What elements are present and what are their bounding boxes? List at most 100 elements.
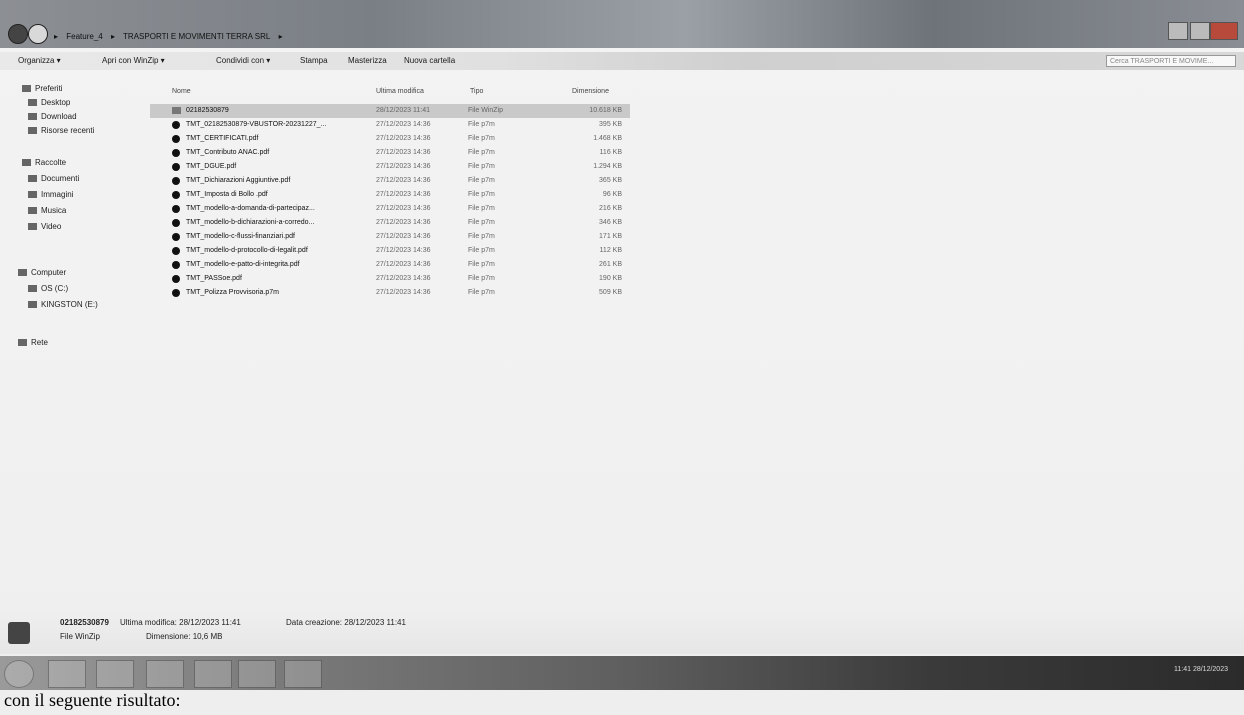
file-type: File p7m — [468, 121, 495, 128]
details-type: File WinZip — [60, 632, 101, 641]
explorer-icon[interactable] — [96, 660, 134, 688]
breadcrumb-item[interactable]: Feature_4 — [66, 32, 102, 41]
print-button[interactable]: Stampa — [300, 52, 328, 70]
file-date: 27/12/2023 14:36 — [376, 135, 431, 142]
start-button[interactable] — [4, 660, 34, 688]
usb-drive-icon — [28, 301, 37, 309]
signed-file-icon — [172, 261, 180, 269]
nav-label: Immagini — [41, 190, 74, 199]
file-type: File WinZip — [468, 107, 504, 114]
file-name: TMT_DGUE.pdf — [186, 163, 237, 170]
file-date: 27/12/2023 14:36 — [376, 261, 431, 268]
file-name: TMT_modello-d-protocollo-di-legalit.pdf — [186, 247, 308, 254]
new-folder-button[interactable]: Nuova cartella — [404, 52, 455, 70]
file-date: 27/12/2023 14:36 — [376, 289, 431, 296]
minimize-button[interactable] — [1168, 22, 1188, 40]
recent-icon — [28, 127, 37, 135]
file-row[interactable]: TMT_DGUE.pdf 27/12/2023 14:36 File p7m 1.29… — [150, 160, 630, 174]
file-row[interactable]: TMT_Dichiarazioni Aggiuntive.pdf 27/12/20… — [150, 174, 630, 188]
file-row[interactable]: TMT_modello-c-flussi-finanziari.pdf 27/12… — [150, 230, 630, 244]
nav-music[interactable]: Musica — [28, 206, 66, 215]
file-row[interactable]: TMT_Contributo ANAC.pdf 27/12/2023 14:36 F… — [150, 146, 630, 160]
file-type: File p7m — [468, 191, 495, 198]
file-type: File p7m — [468, 149, 495, 156]
close-button[interactable] — [1210, 22, 1238, 40]
maximize-button[interactable] — [1190, 22, 1210, 40]
file-row[interactable]: TMT_Imposta di Bollo .pdf 27/12/2023 14:3… — [150, 188, 630, 202]
file-type: File p7m — [468, 135, 495, 142]
file-row[interactable]: TMT_02182530879-VBUSTOR-20231227_... 27/1… — [150, 118, 630, 132]
navigation-pane: Preferiti Desktop Download Risorse recen… — [0, 80, 150, 380]
file-row[interactable]: TMT_modello-b-dichiarazioni-a-corredo...… — [150, 216, 630, 230]
burn-button[interactable]: Masterizza — [348, 52, 387, 70]
back-button[interactable] — [8, 24, 28, 44]
chevron-right-icon: ▸ — [110, 32, 115, 41]
file-type: File p7m — [468, 163, 495, 170]
file-name: TMT_modello-a-domanda-di-partecipaz... — [186, 205, 315, 212]
file-row[interactable]: TMT_Polizza Provvisoria.p7m 27/12/2023 14… — [150, 286, 630, 300]
nav-os-c[interactable]: OS (C:) — [28, 284, 68, 293]
file-size: 116 KB — [599, 149, 622, 156]
file-size: 261 KB — [599, 261, 622, 268]
file-date: 27/12/2023 14:36 — [376, 191, 431, 198]
word-icon[interactable] — [194, 660, 232, 688]
file-row[interactable]: TMT_modello-e-patto-di-integrita.pdf 27/1… — [150, 258, 630, 272]
file-size: 216 KB — [599, 205, 622, 212]
file-date: 28/12/2023 11:41 — [376, 107, 430, 114]
nav-label: Computer — [31, 268, 67, 277]
file-size: 1.294 KB — [593, 163, 622, 170]
address-bar[interactable]: ▸ Feature_4 ▸ TRASPORTI E MOVIMENTI TERR… — [54, 31, 574, 43]
nav-kingston[interactable]: KINGSTON (E:) — [28, 300, 98, 309]
nav-documents[interactable]: Documenti — [28, 174, 79, 183]
app-icon[interactable] — [284, 660, 322, 688]
file-date: 27/12/2023 14:36 — [376, 275, 431, 282]
nav-video[interactable]: Video — [28, 222, 61, 231]
column-header-type[interactable]: Tipo — [470, 88, 483, 95]
signed-file-icon — [172, 163, 180, 171]
app-icon[interactable] — [238, 660, 276, 688]
column-header-size[interactable]: Dimensione — [572, 88, 609, 95]
signed-file-icon — [172, 233, 180, 241]
nav-recent[interactable]: Risorse recenti — [28, 126, 94, 135]
file-size: 96 KB — [602, 191, 622, 198]
forward-button[interactable] — [28, 24, 48, 44]
file-size: 346 KB — [599, 219, 622, 226]
internet-explorer-icon[interactable] — [48, 660, 86, 688]
column-header-name[interactable]: Nome — [172, 88, 191, 95]
file-size: 395 KB — [599, 121, 622, 128]
breadcrumb-item[interactable]: TRASPORTI E MOVIMENTI TERRA SRL — [123, 32, 270, 41]
nav-images[interactable]: Immagini — [28, 190, 73, 199]
file-date: 27/12/2023 14:36 — [376, 163, 431, 170]
file-type: File p7m — [468, 275, 495, 282]
file-date: 27/12/2023 14:36 — [376, 247, 431, 254]
file-name: TMT_Imposta di Bollo .pdf — [186, 191, 268, 198]
system-tray[interactable]: 11:41 28/12/2023 — [1174, 666, 1228, 673]
file-type: File p7m — [468, 177, 495, 184]
file-row[interactable]: TMT_PASSoe.pdf 27/12/2023 14:36 File p7m 19… — [150, 272, 630, 286]
share-button[interactable]: Condividi con ▾ — [216, 52, 270, 70]
search-input[interactable]: Cerca TRASPORTI E MOVIME... — [1106, 55, 1236, 67]
details-name: 02182530879 — [60, 618, 109, 627]
nav-label: Documenti — [41, 174, 80, 183]
nav-network[interactable]: Rete — [18, 338, 48, 347]
nav-computer[interactable]: Computer — [18, 268, 66, 277]
file-row[interactable]: TMT_modello-d-protocollo-di-legalit.pdf 2… — [150, 244, 630, 258]
media-player-icon[interactable] — [146, 660, 184, 688]
title-bar: ▸ Feature_4 ▸ TRASPORTI E MOVIMENTI TERR… — [0, 0, 1244, 48]
nav-label: Video — [41, 222, 62, 231]
details-size: Dimensione: 10,6 MB — [146, 632, 223, 641]
nav-download[interactable]: Download — [28, 112, 77, 121]
signed-file-icon — [172, 121, 180, 129]
column-header-modified[interactable]: Ultima modifica — [376, 88, 424, 95]
nav-libraries[interactable]: Raccolte — [22, 158, 66, 167]
file-row[interactable]: 02182530879 28/12/2023 11:41 File WinZip 10… — [150, 104, 630, 118]
file-row[interactable]: TMT_CERTIFICATI.pdf 27/12/2023 14:36 File … — [150, 132, 630, 146]
file-type: File p7m — [468, 233, 495, 240]
nav-label: KINGSTON (E:) — [41, 300, 98, 309]
file-row[interactable]: TMT_modello-a-domanda-di-partecipaz... 27… — [150, 202, 630, 216]
open-with-button[interactable]: Apri con WinZip ▾ — [102, 52, 165, 70]
file-size: 112 KB — [599, 247, 622, 254]
drive-icon — [28, 285, 37, 293]
organize-button[interactable]: Organizza ▾ — [18, 52, 61, 70]
signed-file-icon — [172, 289, 180, 297]
